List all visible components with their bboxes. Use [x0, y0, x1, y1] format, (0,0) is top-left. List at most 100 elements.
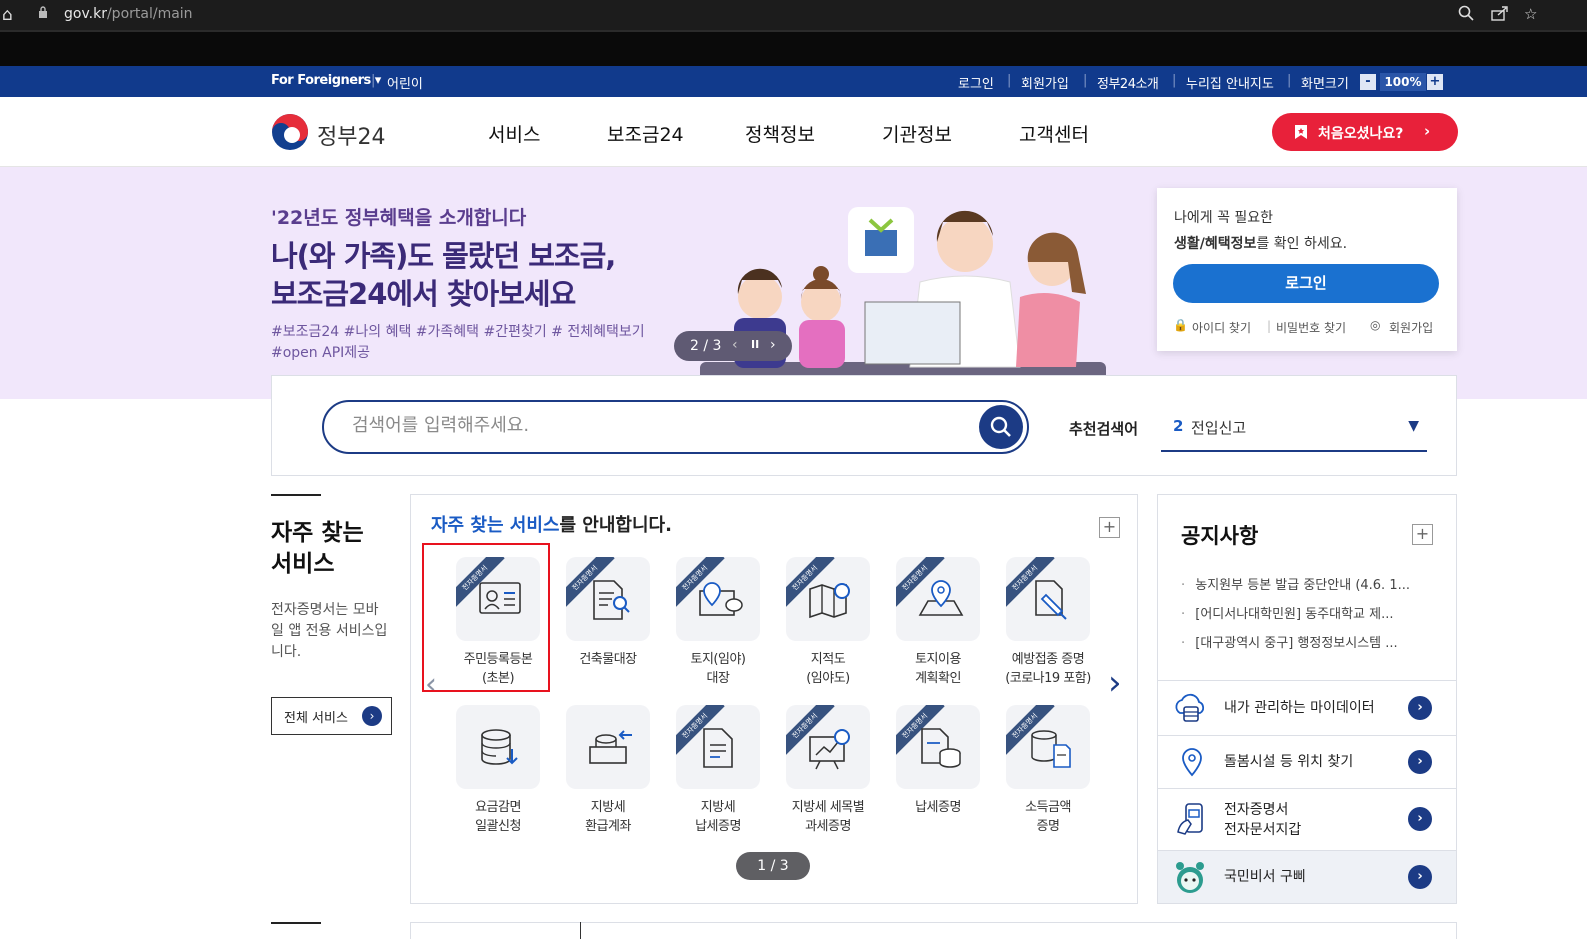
chevron-right-icon: ›	[1408, 865, 1432, 889]
service-tile-cadastral-map[interactable]: 전자증명서 지적도 (임야도)	[776, 557, 876, 697]
hero-prev-icon[interactable]: ‹	[732, 337, 738, 353]
search-button[interactable]	[979, 405, 1023, 449]
chevron-right-icon: ›	[1408, 807, 1432, 831]
browser-toolbar: ⌂ gov.kr/portal/main ☆	[0, 0, 1587, 30]
quick-link-care-facility[interactable]: 돌봄시설 등 위치 찾기 ›	[1157, 736, 1457, 789]
service-tile-land-register[interactable]: 전자증명서 토지(임야) 대장	[666, 557, 766, 697]
chart-search-icon	[809, 729, 850, 770]
notice-item[interactable]: [어디서나대학민원] 동주대학교 제...	[1181, 600, 1451, 629]
user-circle-icon: ◎	[1370, 318, 1381, 332]
url-path: /portal/main	[106, 6, 193, 22]
location-pin-icon	[1182, 748, 1202, 777]
tile-label-line1: 토지이용	[915, 652, 961, 667]
tile-icon-box: 전자증명서	[566, 557, 650, 641]
about-link[interactable]: 정부24소개	[1097, 73, 1159, 92]
all-services-button[interactable]: 전체 서비스 ›	[271, 697, 392, 735]
service-tile-local-tax-refund[interactable]: 지방세환급계좌	[556, 705, 656, 845]
notice-item[interactable]: 농지원부 등본 발급 중단안내 (4.6. 1...	[1181, 571, 1451, 600]
find-password-link[interactable]: 비밀번호 찾기	[1276, 319, 1346, 336]
search-field[interactable]	[322, 400, 1029, 454]
hero-page-indicator: 2 / 3	[690, 338, 722, 354]
notices-more-button[interactable]: +	[1412, 524, 1433, 545]
login-card-line2: 생활/혜택정보를 확인 하세요.	[1174, 233, 1347, 253]
services-heading-highlight: 자주 찾는 서비스	[431, 515, 560, 536]
sitemap-link[interactable]: 누리집 안내지도	[1186, 73, 1274, 92]
service-tile-land-use-plan[interactable]: 전자증명서 토지이용 계획확인	[886, 557, 986, 697]
quick-link-mydata[interactable]: 내가 관리하는 마이데이터 ›	[1157, 681, 1457, 736]
login-link[interactable]: 로그인	[958, 73, 994, 92]
tile-label-line1: 지방세	[590, 800, 626, 815]
hero-carousel-pager: 2 / 3 ‹ II ›	[674, 331, 792, 361]
syringe-icon	[1035, 580, 1067, 620]
login-card-rest: 를 확인 하세요.	[1256, 236, 1348, 252]
hero-headline-line1: 나(와 가족)도 몰랐던 보조금,	[271, 239, 616, 273]
quick-link-label-line1: 전자증명서	[1224, 802, 1289, 818]
quick-link-label: 돌봄시설 등 위치 찾기	[1224, 752, 1353, 772]
document-icon	[703, 728, 733, 768]
service-tile-fee-reduction[interactable]: 요금감면 일괄신청	[446, 705, 546, 845]
database-download-icon	[481, 729, 518, 765]
service-tile-tax-item-cert[interactable]: 전자증명서 지방세 세목별 과세증명	[776, 705, 876, 845]
document-search-icon	[593, 580, 630, 620]
zoom-search-icon[interactable]	[1458, 5, 1474, 25]
services-heading: 자주 찾는 서비스를 안내합니다.	[431, 511, 672, 537]
bookmark-star-icon[interactable]: ☆	[1524, 5, 1537, 23]
cloud-data-icon	[1175, 693, 1205, 722]
address-bar[interactable]: gov.kr/portal/main	[64, 6, 193, 22]
service-tile-local-tax-payment[interactable]: 전자증명서 지방세 납세증명	[666, 705, 766, 845]
tile-label-line2: 계획확인	[915, 671, 961, 686]
foreigners-link[interactable]: For Foreigners ▾	[271, 73, 381, 88]
nav-agency[interactable]: 기관정보	[882, 120, 952, 147]
lock-icon: 🔒	[1173, 318, 1188, 332]
login-button[interactable]: 로그인	[1173, 264, 1439, 303]
nav-services[interactable]: 서비스	[488, 120, 540, 147]
all-services-label: 전체 서비스	[284, 711, 348, 726]
map-search-icon	[809, 583, 850, 619]
find-id-link[interactable]: 아이디 찾기	[1192, 319, 1251, 336]
nav-policy[interactable]: 정책정보	[745, 120, 815, 147]
quick-link-e-wallet[interactable]: 전자증명서전자문서지갑 ›	[1157, 789, 1457, 851]
nav-subsidy24[interactable]: 보조금24	[607, 120, 684, 147]
service-tile-tax-payment-cert[interactable]: 전자증명서 납세증명	[886, 705, 986, 845]
services-heading-rest: 를 안내합니다.	[559, 515, 672, 536]
hero-next-icon[interactable]: ›	[770, 337, 776, 353]
recommended-keyword: 전입신고	[1191, 419, 1247, 437]
notice-item[interactable]: [대구광역시 중구] 행정정보시스템 ...	[1181, 629, 1451, 658]
service-tile-vaccination-cert[interactable]: 전자증명서 예방접종 증명 (코로나19 포함)	[996, 557, 1096, 697]
recommended-keywords-dropdown[interactable]: 2 전입신고 ▼	[1161, 412, 1427, 452]
pause-icon[interactable]: II	[751, 338, 759, 351]
service-tile-building-register[interactable]: 전자증명서 건축물대장	[556, 557, 656, 697]
hero-headline: 나(와 가족)도 몰랐던 보조금, 보조금24에서 찾아보세요	[271, 237, 691, 313]
taegeuk-logo-icon	[272, 114, 308, 150]
frequent-services-title: 자주 찾는 서비스	[271, 520, 364, 577]
search-input[interactable]	[352, 415, 952, 436]
kids-link[interactable]: 어린이	[387, 73, 423, 92]
service-tile-income-cert[interactable]: 전자증명서 소득금액 증명	[996, 705, 1096, 845]
tile-label: 토지이용계획확인	[886, 650, 990, 688]
tile-label-line1: 지적도	[810, 652, 846, 667]
home-icon[interactable]: ⌂	[2, 5, 13, 25]
hero-tags: #보조금24 #나의 혜택 #가족혜택 #간편찾기 # 전체혜택보기 #open…	[271, 322, 671, 364]
hero-tags-line2: #open API제공	[271, 345, 371, 361]
quick-link-gubbi[interactable]: 국민비서 구삐 ›	[1157, 851, 1457, 904]
account-refund-icon	[589, 730, 632, 764]
share-icon[interactable]	[1491, 5, 1509, 25]
services-more-button[interactable]: +	[1099, 517, 1120, 538]
signup-link[interactable]: 회원가입	[1021, 73, 1069, 92]
hero-headline-line2: 보조금24에서 찾아보세요	[271, 277, 576, 311]
zoom-out-button[interactable]: -	[1360, 74, 1376, 90]
signup-link-card[interactable]: 회원가입	[1389, 319, 1433, 336]
services-page-indicator: 1 / 3	[736, 852, 810, 880]
land-map-icon	[699, 582, 743, 616]
services-next-icon[interactable]: ›	[1108, 663, 1122, 703]
nav-customer-center[interactable]: 고객센터	[1019, 120, 1089, 147]
quick-link-label-line2: 전자문서지갑	[1224, 822, 1302, 838]
tile-icon-box: 전자증명서	[896, 705, 980, 789]
tile-label-line2: (임야도)	[806, 671, 850, 686]
zoom-in-button[interactable]: +	[1427, 74, 1443, 90]
quick-link-label: 국민비서 구삐	[1224, 867, 1306, 887]
first-visit-button[interactable]: 처음오셨나요? ›	[1272, 113, 1458, 151]
tile-label-line2: 환급계좌	[585, 819, 631, 834]
login-card: 나에게 꼭 필요한 생활/혜택정보를 확인 하세요. 로그인 🔒 아이디 찾기 …	[1157, 188, 1457, 351]
tile-label-line1: 지방세	[700, 800, 736, 815]
